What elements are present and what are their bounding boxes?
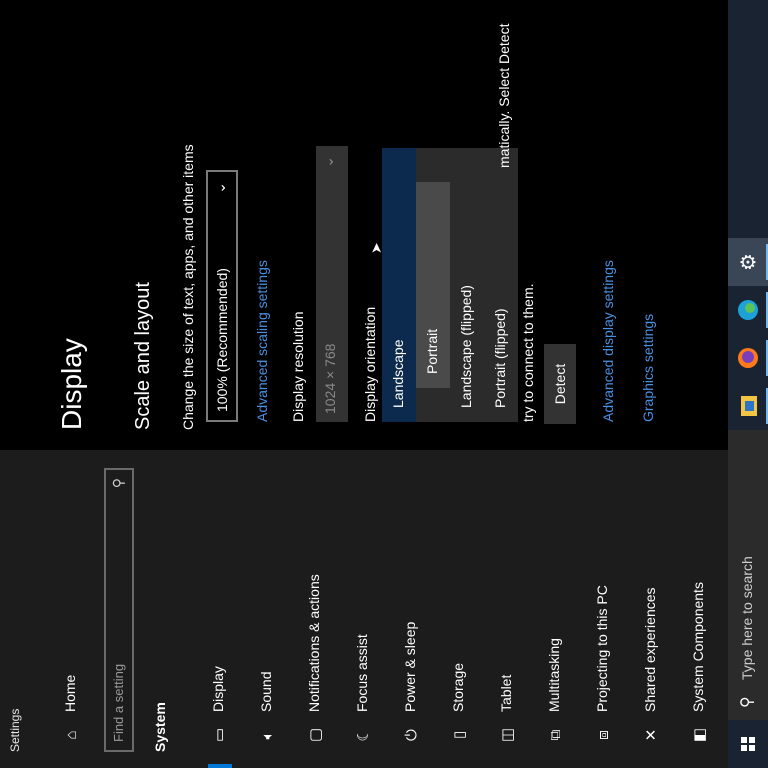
multitasking-icon: ⧉ xyxy=(546,729,564,741)
sidebar-item-system-components[interactable]: ◧ System Components xyxy=(680,450,720,768)
window-title: Settings xyxy=(8,708,22,752)
windows-logo-icon xyxy=(741,737,755,751)
sidebar-item-power-sleep[interactable]: ⏻ Power & sleep xyxy=(392,450,432,768)
scale-dropdown[interactable]: 100% (Recommended) ⌄ xyxy=(206,170,238,422)
option-label: Portrait xyxy=(424,328,440,374)
home-icon: ⌂ xyxy=(62,730,80,740)
notification-icon: ▢ xyxy=(307,727,324,743)
speaker-icon: 🔈︎ xyxy=(258,730,276,740)
detect-description-part: try to connect to them. xyxy=(520,283,536,422)
mouse-cursor-icon: ➤ xyxy=(368,242,384,254)
detect-description-part: matically. Select Detect xyxy=(496,23,512,168)
sidebar-item-label: Projecting to this PC xyxy=(594,585,610,712)
resolution-value: 1024 × 768 xyxy=(322,343,338,414)
scale-description: Change the size of text, apps, and other… xyxy=(180,144,196,430)
advanced-scaling-link[interactable]: Advanced scaling settings xyxy=(254,260,270,422)
sidebar-item-shared-experiences[interactable]: ✕ Shared experiences xyxy=(632,450,672,768)
sidebar-item-label: Shared experiences xyxy=(642,587,658,712)
scale-value: 100% (Recommended) xyxy=(214,268,230,412)
components-icon: ◧ xyxy=(691,727,708,743)
shared-icon: ✕ xyxy=(643,728,660,742)
sidebar-item-tablet[interactable]: ◫ Tablet xyxy=(488,450,528,768)
settings-search-input[interactable]: Find a setting ⚲ xyxy=(104,468,134,752)
chevron-down-icon: ⌄ xyxy=(212,182,228,194)
projector-icon: ⧈ xyxy=(594,730,612,740)
orientation-option-portrait-flipped[interactable]: Portrait (flipped) xyxy=(484,148,518,422)
storage-icon: ▯ xyxy=(451,730,468,740)
monitor-icon: ▭ xyxy=(211,727,228,743)
moon-icon: ☾ xyxy=(355,728,372,742)
taskbar: ⚲ Type here to search ⚙ xyxy=(728,0,768,768)
search-icon: ⚲ xyxy=(110,478,126,489)
option-label: Portrait (flipped) xyxy=(492,308,508,408)
edge-icon[interactable] xyxy=(728,286,768,334)
orientation-label: Display orientation xyxy=(362,306,378,422)
orientation-option-landscape[interactable]: Landscape xyxy=(382,148,416,422)
file-explorer-icon[interactable] xyxy=(728,382,768,430)
sidebar-item-storage[interactable]: ▯ Storage xyxy=(440,450,480,768)
page-title: Display xyxy=(56,338,87,430)
detect-button-label: Detect xyxy=(552,363,568,405)
sidebar-item-label: Multitasking xyxy=(546,638,562,712)
power-icon: ⏻ xyxy=(402,729,420,741)
search-icon: ⚲ xyxy=(739,696,756,708)
orientation-option-landscape-flipped[interactable]: Landscape (flipped) xyxy=(450,148,484,422)
resolution-dropdown[interactable]: 1024 × 768 ⌄ xyxy=(316,146,348,422)
search-placeholder: Find a setting xyxy=(111,663,126,742)
settings-sidebar: Settings ⌂ Home Find a setting ⚲ System … xyxy=(0,450,728,768)
sidebar-item-label: Power & sleep xyxy=(402,621,418,712)
advanced-display-settings-link[interactable]: Advanced display settings xyxy=(600,260,616,422)
tablet-icon: ◫ xyxy=(499,727,516,743)
scale-layout-heading: Scale and layout xyxy=(132,282,154,430)
sidebar-item-sound[interactable]: 🔈︎ Sound xyxy=(248,450,288,768)
chevron-down-icon: ⌄ xyxy=(320,156,336,168)
orientation-dropdown-list: Landscape Portrait Landscape (flipped) P… xyxy=(382,148,518,422)
detect-button[interactable]: Detect xyxy=(544,344,576,424)
taskbar-search-box[interactable]: ⚲ Type here to search xyxy=(728,430,768,720)
sidebar-item-label: Storage xyxy=(450,662,466,712)
sidebar-item-focus-assist[interactable]: ☾ Focus assist xyxy=(344,450,384,768)
home-label: Home xyxy=(62,674,78,712)
sidebar-item-label: Tablet xyxy=(498,674,514,712)
taskbar-search-placeholder: Type here to search xyxy=(739,556,755,680)
settings-gear-icon[interactable]: ⚙ xyxy=(728,238,768,286)
sidebar-item-multitasking[interactable]: ⧉ Multitasking xyxy=(536,450,576,768)
sidebar-item-label: System Components xyxy=(690,582,706,712)
sidebar-item-label: Sound xyxy=(258,671,274,712)
sidebar-item-label: Display xyxy=(210,666,226,712)
orientation-option-portrait[interactable]: Portrait xyxy=(416,182,450,388)
option-label: Landscape xyxy=(390,339,406,408)
sidebar-item-label: Notifications & actions xyxy=(306,574,322,712)
sidebar-item-label: Focus assist xyxy=(354,634,370,712)
sidebar-item-notifications[interactable]: ▢ Notifications & actions xyxy=(296,450,336,768)
resolution-label: Display resolution xyxy=(290,311,306,423)
home-nav-item[interactable]: ⌂ Home xyxy=(52,450,92,768)
start-button[interactable] xyxy=(728,720,768,768)
sidebar-item-display[interactable]: ▭ Display xyxy=(200,450,240,768)
graphics-settings-link[interactable]: Graphics settings xyxy=(640,314,656,422)
section-title-system: System xyxy=(152,702,168,752)
firefox-icon[interactable] xyxy=(728,334,768,382)
option-label: Landscape (flipped) xyxy=(458,285,474,408)
screen: Settings ⌂ Home Find a setting ⚲ System … xyxy=(0,0,768,768)
sidebar-item-projecting[interactable]: ⧈ Projecting to this PC xyxy=(584,450,624,768)
